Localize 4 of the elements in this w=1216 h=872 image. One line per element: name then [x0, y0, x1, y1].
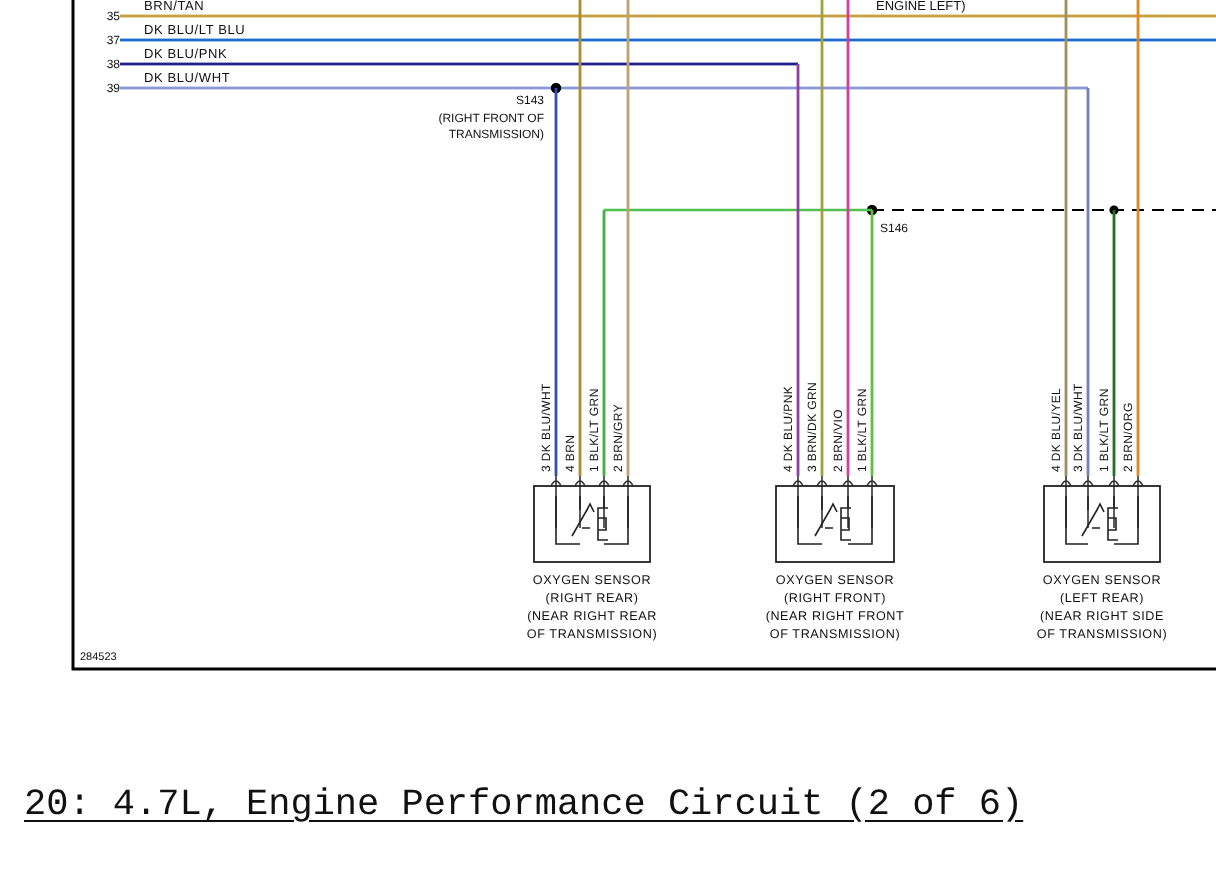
- sensor-connector-drawing: [533, 475, 651, 563]
- figure-caption: 20: 4.7L, Engine Performance Circuit (2 of 6): [24, 784, 1024, 826]
- sensor-connector-drawing: [775, 475, 895, 563]
- sensor-connector-drawing: [1043, 475, 1161, 563]
